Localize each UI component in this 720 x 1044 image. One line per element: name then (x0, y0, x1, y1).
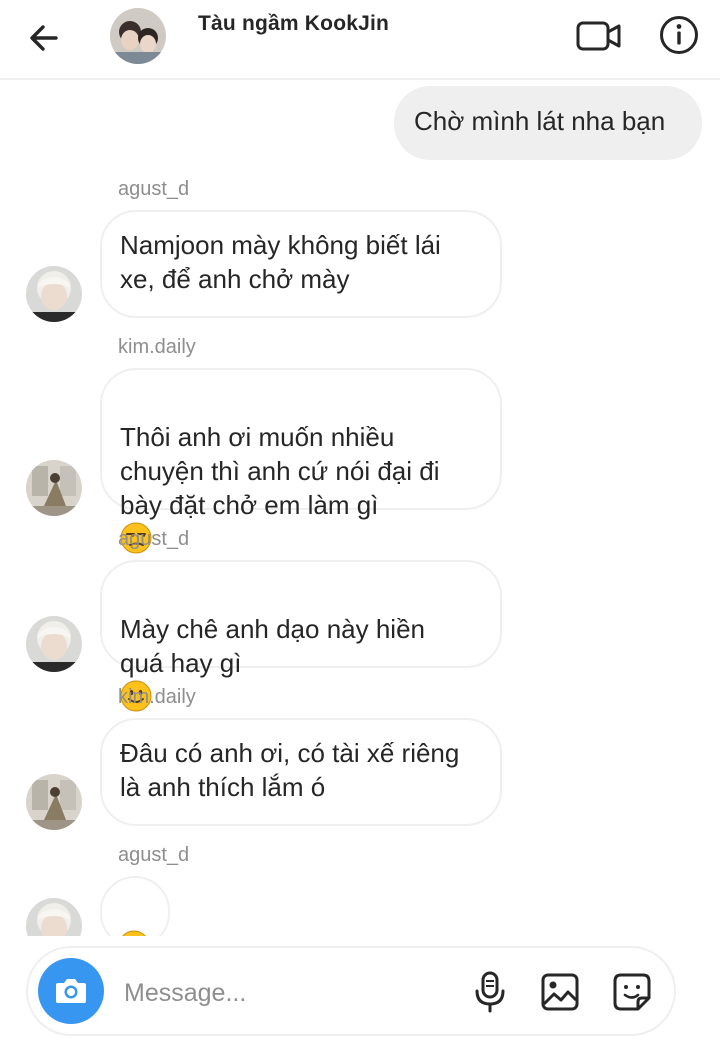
message-input[interactable] (122, 970, 446, 1016)
incoming-message[interactable]: Đâu có anh ơi, có tài xế riêng là anh th… (100, 718, 502, 826)
avatar[interactable] (26, 898, 82, 936)
message-text: Thôi anh ơi muốn nhiều chuyện thì anh cứ… (120, 422, 440, 520)
microphone-icon[interactable] (470, 970, 510, 1014)
camera-button[interactable] (38, 958, 104, 1024)
arrow-left-icon[interactable] (26, 20, 62, 56)
incoming-message[interactable]: Mày chê anh dạo này hiền quá hay gì (100, 560, 502, 712)
message-composer (26, 946, 676, 1036)
video-call-icon[interactable] (576, 18, 622, 54)
sender-name: agust_d (118, 178, 190, 200)
sender-name: kim.daily (118, 336, 196, 358)
message-text: Mày chê anh dạo này hiền quá hay gì (120, 614, 425, 678)
sender-name: kim.daily (118, 686, 196, 708)
sender-name: agust_d (118, 844, 190, 866)
avatar[interactable] (26, 774, 82, 830)
sticker-icon[interactable] (612, 970, 652, 1014)
gallery-icon[interactable] (540, 970, 580, 1014)
chat-title: Tàu ngầm KookJin (198, 12, 390, 35)
group-avatar[interactable] (110, 8, 166, 64)
chat-header: Tàu ngầm KookJin (0, 0, 720, 80)
incoming-message[interactable]: Namjoon mày không biết lái xe, để anh ch… (100, 210, 502, 318)
camera-icon (56, 979, 86, 1003)
sender-name: agust_d (118, 528, 190, 550)
avatar[interactable] (26, 266, 82, 322)
incoming-message[interactable]: Thôi anh ơi muốn nhiều chuyện thì anh cứ… (100, 368, 502, 554)
avatar[interactable] (26, 616, 82, 672)
outgoing-message[interactable]: Chờ mình lát nha bạn (394, 86, 702, 160)
slightly-smiling-face-emoji (122, 930, 146, 936)
info-icon[interactable] (658, 14, 700, 56)
message-thread[interactable]: Chờ mình lát nha bạn agust_d Namjoon mày… (0, 80, 720, 936)
avatar[interactable] (26, 460, 82, 516)
incoming-message[interactable] (100, 876, 170, 936)
